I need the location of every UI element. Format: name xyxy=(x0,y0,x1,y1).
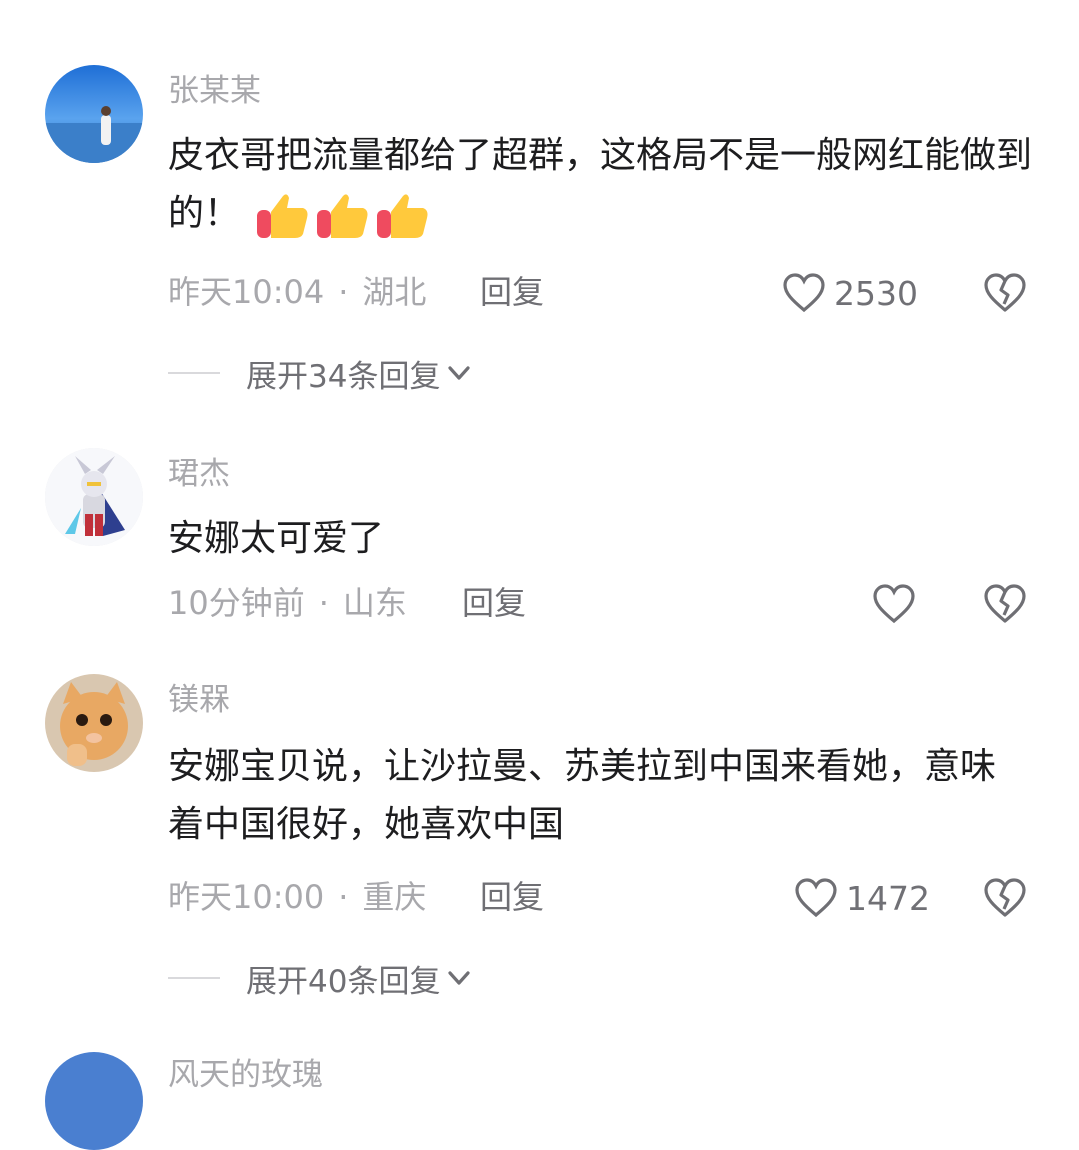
reply-button[interactable]: 回复 xyxy=(480,877,544,917)
meta-separator: · xyxy=(338,878,349,916)
chevron-down-icon xyxy=(448,366,471,380)
avatar[interactable] xyxy=(45,448,143,546)
comment-username[interactable]: 张某某 xyxy=(168,72,261,110)
comment-username[interactable]: 镁槑 xyxy=(168,681,230,719)
expand-replies-label: 展开34条回复 xyxy=(246,358,441,395)
heart-outline-icon xyxy=(783,273,825,313)
like-button[interactable]: 1472 xyxy=(794,875,930,921)
comment-text: 安娜宝贝说，让沙拉曼、苏美拉到中国来看她，意味着中国很好，她喜欢中国 xyxy=(168,738,1028,854)
like-button[interactable]: 2530 xyxy=(782,270,918,316)
reply-button[interactable]: 回复 xyxy=(462,583,526,623)
comment-location: 湖北 xyxy=(362,273,427,311)
comment-body: 安娜太可爱了 xyxy=(168,518,385,559)
comment-body: 安娜宝贝说，让沙拉曼、苏美拉到中国来看她，意味着中国很好，她喜欢中国 xyxy=(168,746,997,845)
comment-text: 安娜太可爱了 xyxy=(168,510,1048,568)
comment-location: 山东 xyxy=(342,584,407,622)
comment-time: 昨天10:04 xyxy=(168,273,325,311)
comment-text: 皮衣哥把流量都给了超群，这格局不是一般网红能做到的！ xyxy=(168,127,1048,243)
meta-separator: · xyxy=(338,273,349,311)
comment-username[interactable]: 珺杰 xyxy=(168,455,230,493)
comment-meta: 昨天10:00 · 重庆 xyxy=(168,877,426,917)
reply-button[interactable]: 回复 xyxy=(480,272,544,312)
comment-meta: 昨天10:04 · 湖北 xyxy=(168,272,426,312)
expand-replies-button[interactable]: 展开34条回复 xyxy=(168,353,474,395)
broken-heart-icon[interactable] xyxy=(983,877,1027,919)
comment-time: 10分钟前 xyxy=(168,584,305,622)
broken-heart-icon[interactable] xyxy=(983,272,1027,314)
comment-time: 昨天10:00 xyxy=(168,878,325,916)
avatar[interactable] xyxy=(45,65,143,163)
heart-outline-icon xyxy=(795,878,837,918)
thumbs-up-emoji xyxy=(317,194,368,238)
divider xyxy=(168,977,220,979)
heart-outline-icon xyxy=(873,584,915,624)
thumbs-up-emoji xyxy=(257,194,308,238)
thumbs-up-emoji xyxy=(377,194,428,238)
comment-username[interactable]: 风天的玫瑰 xyxy=(168,1056,323,1094)
meta-separator: · xyxy=(318,584,329,622)
expand-replies-button[interactable]: 展开40条回复 xyxy=(168,958,474,1000)
like-count: 2530 xyxy=(834,273,918,313)
divider xyxy=(168,372,220,374)
broken-heart-icon[interactable] xyxy=(983,583,1027,625)
comment-meta: 10分钟前 · 山东 xyxy=(168,583,407,623)
like-button[interactable] xyxy=(872,581,924,627)
expand-replies-label: 展开40条回复 xyxy=(246,963,441,1000)
avatar[interactable] xyxy=(45,674,143,772)
chevron-down-icon xyxy=(448,971,471,985)
like-count: 1472 xyxy=(846,878,930,918)
avatar[interactable] xyxy=(45,1052,143,1150)
comment-location: 重庆 xyxy=(362,878,427,916)
